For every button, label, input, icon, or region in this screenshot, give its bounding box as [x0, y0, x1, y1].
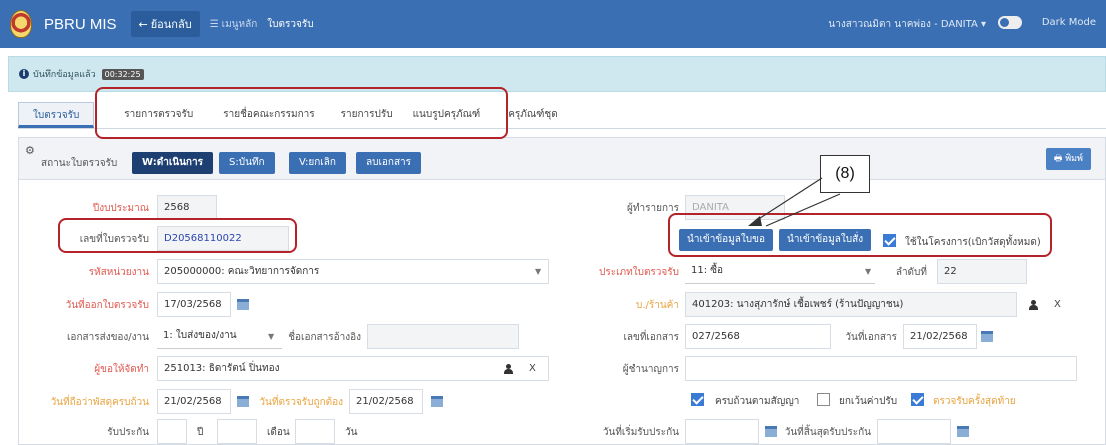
- callout-arrow: [748, 177, 841, 227]
